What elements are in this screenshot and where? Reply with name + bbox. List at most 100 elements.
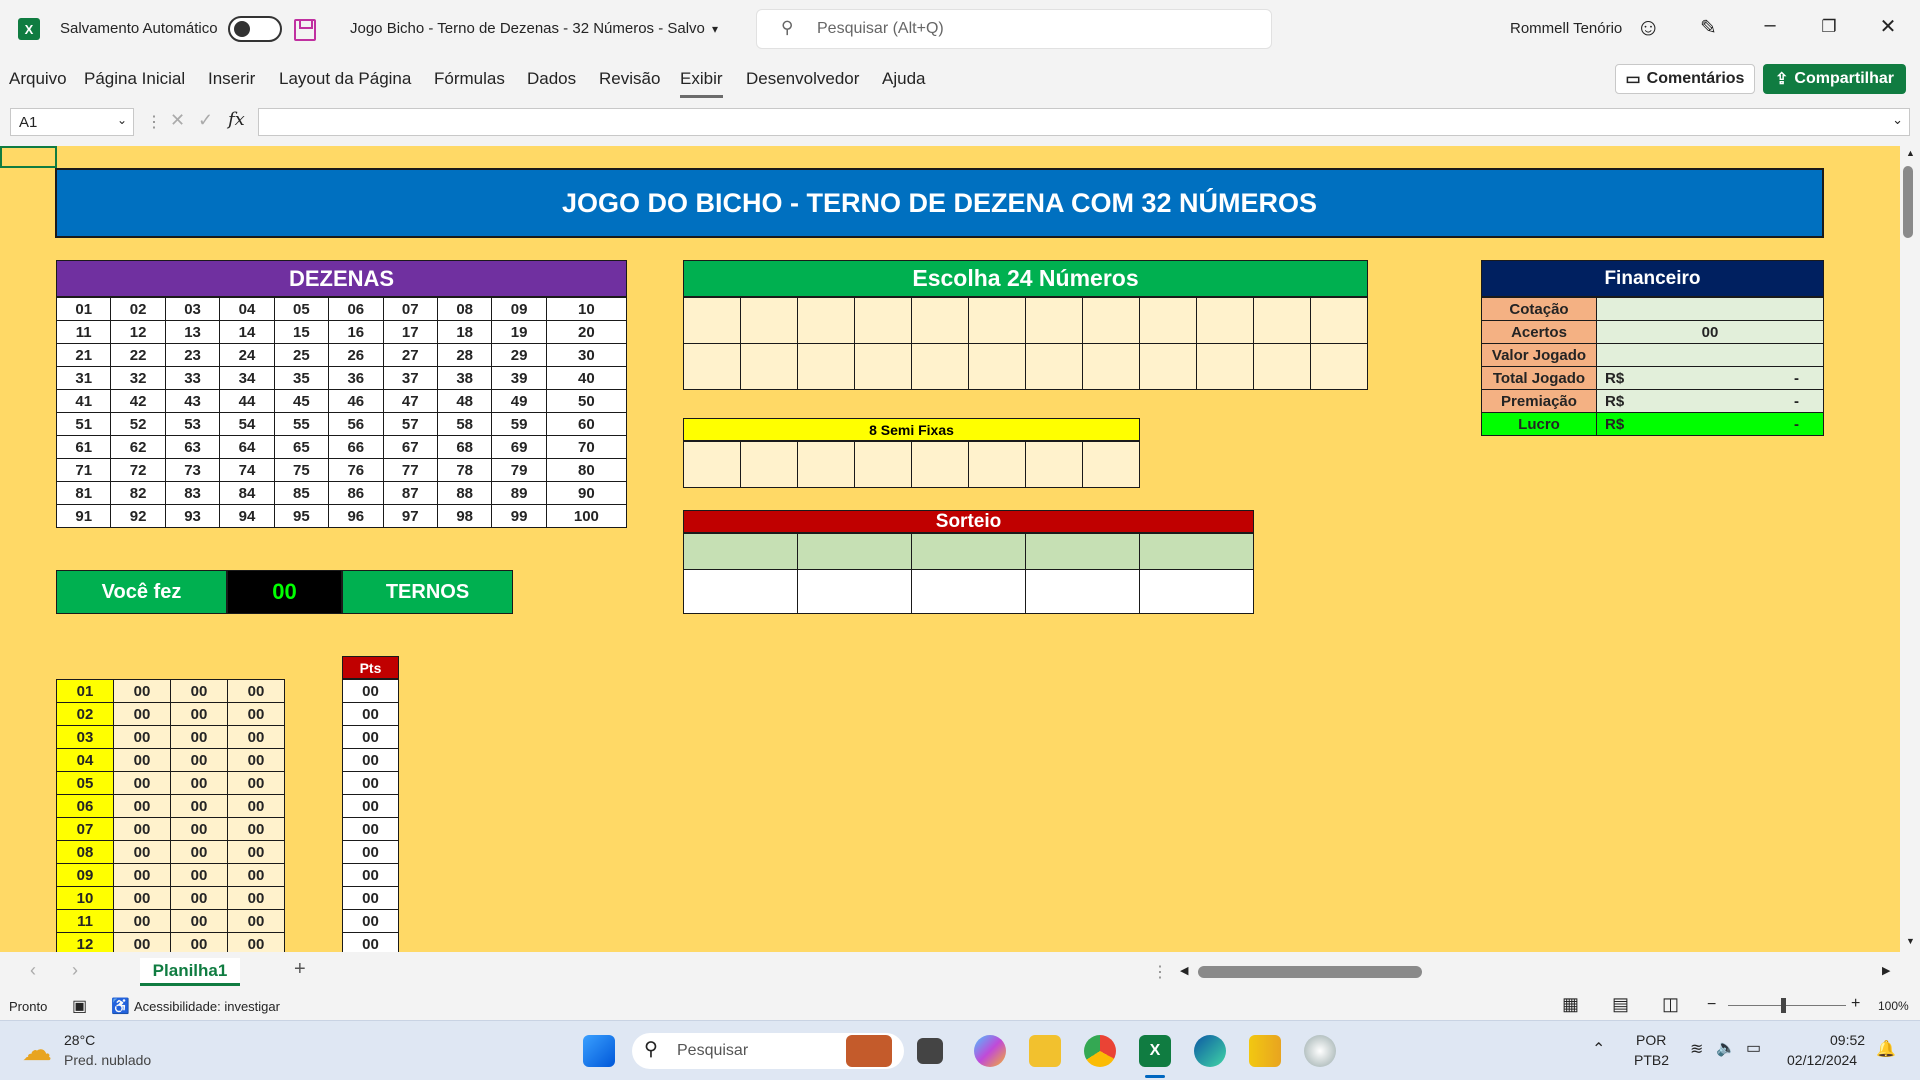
- semi-fixa-cell[interactable]: [740, 441, 798, 488]
- escolha-cell[interactable]: [854, 297, 912, 344]
- dezena-cell[interactable]: 34: [219, 366, 275, 390]
- dezena-cell[interactable]: 53: [164, 412, 221, 436]
- dezena-cell[interactable]: 54: [219, 412, 275, 436]
- keyboard-layout-label[interactable]: PTB2: [1634, 1052, 1669, 1068]
- sorteio-cell[interactable]: [797, 569, 912, 614]
- zoom-out-icon[interactable]: −: [1707, 996, 1716, 1014]
- financeiro-value[interactable]: [1596, 343, 1824, 367]
- dezena-cell[interactable]: 60: [545, 412, 628, 436]
- file-explorer-icon[interactable]: [1029, 1035, 1061, 1067]
- semi-fixas-table[interactable]: [683, 441, 1140, 488]
- escolha-cell[interactable]: [968, 297, 1026, 344]
- sorteio-cell[interactable]: [1139, 569, 1254, 614]
- dezena-cell[interactable]: 49: [491, 389, 547, 413]
- split-handle-icon[interactable]: ⋮: [1152, 962, 1168, 982]
- dezena-cell[interactable]: 83: [164, 481, 221, 505]
- escolha-cell[interactable]: [854, 343, 912, 390]
- sorteio-cell[interactable]: [797, 533, 912, 570]
- dezena-cell[interactable]: 15: [273, 320, 330, 344]
- dezena-cell[interactable]: 73: [164, 458, 221, 482]
- dezena-cell[interactable]: 72: [110, 458, 166, 482]
- dezena-cell[interactable]: 75: [273, 458, 330, 482]
- user-name[interactable]: Rommell Tenório: [1510, 20, 1622, 37]
- dezena-cell[interactable]: 47: [382, 389, 438, 413]
- dezena-cell[interactable]: 10: [545, 297, 628, 321]
- document-title[interactable]: Jogo Bicho - Terno de Dezenas - 32 Númer…: [350, 20, 705, 37]
- escolha-cell[interactable]: [1310, 343, 1368, 390]
- zoom-in-icon[interactable]: +: [1851, 995, 1860, 1013]
- escolha-cell[interactable]: [740, 297, 798, 344]
- sorteio-cell[interactable]: [1139, 533, 1254, 570]
- financeiro-value[interactable]: [1596, 297, 1824, 321]
- dezena-cell[interactable]: 84: [219, 481, 275, 505]
- financeiro-value[interactable]: R$ -: [1596, 366, 1824, 390]
- dezena-cell[interactable]: 24: [219, 343, 275, 367]
- dezena-cell[interactable]: 43: [164, 389, 221, 413]
- accessibility-icon[interactable]: ♿: [111, 997, 130, 1015]
- task-view-icon[interactable]: [917, 1038, 943, 1064]
- dezena-cell[interactable]: 100: [545, 504, 628, 528]
- prev-sheet-icon[interactable]: ‹: [30, 960, 36, 981]
- dezena-cell[interactable]: 69: [491, 435, 547, 459]
- escolha-cell[interactable]: [683, 297, 741, 344]
- vertical-scrollbar[interactable]: ▲ ▼: [1900, 146, 1920, 952]
- notification-bell-icon[interactable]: 🔔: [1876, 1039, 1896, 1059]
- avatar-icon[interactable]: ☺: [1636, 14, 1661, 42]
- dezena-cell[interactable]: 80: [545, 458, 628, 482]
- escolha-cell[interactable]: [1196, 343, 1254, 390]
- dezena-cell[interactable]: 19: [491, 320, 547, 344]
- sheet-tab-planilha1[interactable]: Planilha1: [140, 958, 240, 986]
- escolha-cell[interactable]: [1025, 297, 1083, 344]
- dezena-cell[interactable]: 65: [273, 435, 330, 459]
- escolha-cell[interactable]: [740, 343, 798, 390]
- dezena-cell[interactable]: 27: [382, 343, 438, 367]
- dezena-cell[interactable]: 23: [164, 343, 221, 367]
- next-sheet-icon[interactable]: ›: [72, 960, 78, 981]
- dezena-cell[interactable]: 40: [545, 366, 628, 390]
- dezena-cell[interactable]: 21: [55, 343, 112, 367]
- dezena-cell[interactable]: 70: [545, 435, 628, 459]
- volume-icon[interactable]: 🔈: [1716, 1038, 1736, 1058]
- dezena-cell[interactable]: 85: [273, 481, 330, 505]
- dezena-cell[interactable]: 41: [55, 389, 112, 413]
- dezena-cell[interactable]: 91: [55, 504, 112, 528]
- horizontal-scroll-thumb[interactable]: [1198, 966, 1422, 978]
- dezena-cell[interactable]: 20: [545, 320, 628, 344]
- tab-arquivo[interactable]: Arquivo: [9, 69, 67, 89]
- scroll-right-icon[interactable]: ▶: [1882, 964, 1890, 977]
- clock-time[interactable]: 09:52: [1830, 1032, 1865, 1048]
- escolha-table[interactable]: [683, 297, 1368, 390]
- escolha-cell[interactable]: [968, 343, 1026, 390]
- escolha-cell[interactable]: [1139, 343, 1197, 390]
- name-box[interactable]: A1 ⌄: [10, 108, 134, 136]
- tab-desenvolvedor[interactable]: Desenvolvedor: [746, 69, 859, 89]
- dezena-cell[interactable]: 59: [491, 412, 547, 436]
- semi-fixa-cell[interactable]: [1025, 441, 1083, 488]
- search-box[interactable]: ⚲ Pesquisar (Alt+Q): [756, 9, 1272, 49]
- tab-dados[interactable]: Dados: [527, 69, 576, 89]
- dezena-cell[interactable]: 50: [545, 389, 628, 413]
- escolha-cell[interactable]: [797, 343, 855, 390]
- comments-button[interactable]: ▭ Comentários: [1615, 64, 1755, 94]
- scroll-up-icon[interactable]: ▲: [1906, 148, 1915, 158]
- escolha-cell[interactable]: [911, 297, 969, 344]
- tab-inserir[interactable]: Inserir: [208, 69, 255, 89]
- dezena-cell[interactable]: 58: [436, 412, 493, 436]
- escolha-cell[interactable]: [1253, 297, 1311, 344]
- dezena-cell[interactable]: 96: [328, 504, 384, 528]
- weather-icon[interactable]: ☁: [22, 1033, 52, 1068]
- dezena-cell[interactable]: 78: [436, 458, 493, 482]
- dezena-cell[interactable]: 18: [436, 320, 493, 344]
- dezena-cell[interactable]: 11: [55, 320, 112, 344]
- escolha-cell[interactable]: [1139, 297, 1197, 344]
- escolha-cell[interactable]: [1082, 297, 1140, 344]
- taskbar-search[interactable]: ⚲ Pesquisar: [632, 1033, 904, 1069]
- cancel-icon[interactable]: ✕: [170, 110, 185, 131]
- dezena-cell[interactable]: 16: [328, 320, 384, 344]
- dezena-cell[interactable]: 25: [273, 343, 330, 367]
- dezena-cell[interactable]: 26: [328, 343, 384, 367]
- scroll-left-icon[interactable]: ◀: [1180, 964, 1188, 977]
- wifi-icon[interactable]: ≋: [1690, 1039, 1703, 1059]
- dezena-cell[interactable]: 64: [219, 435, 275, 459]
- dezena-cell[interactable]: 17: [382, 320, 438, 344]
